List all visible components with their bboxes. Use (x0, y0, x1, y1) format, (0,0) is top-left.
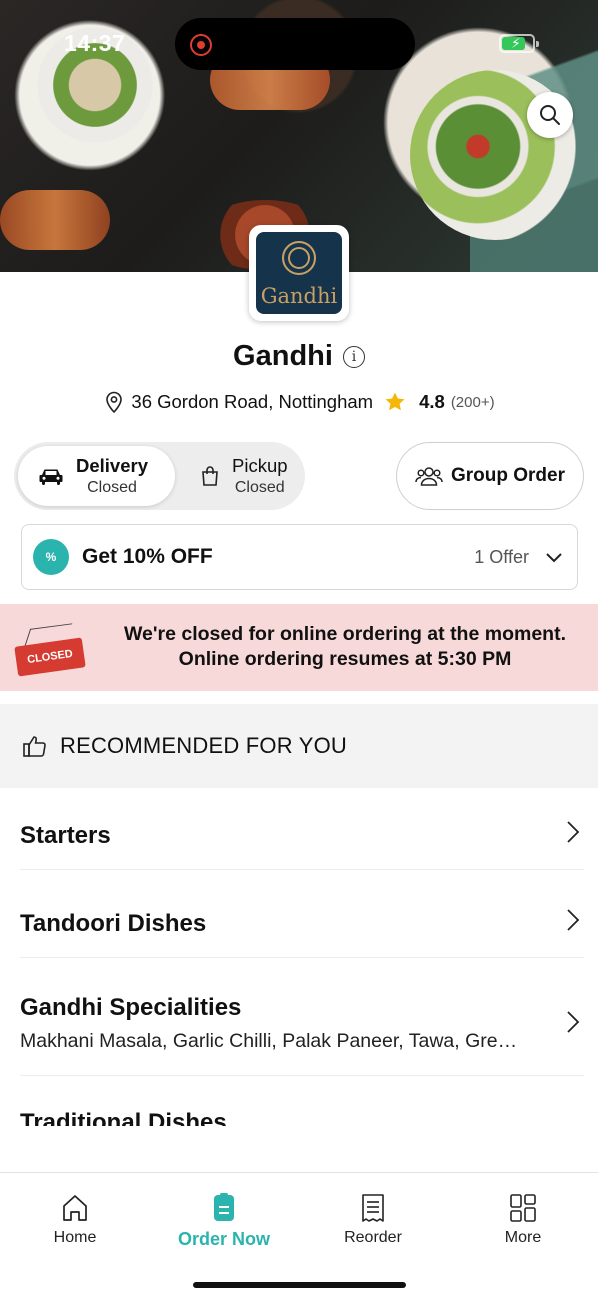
closed-message-line1: We're closed for online ordering at the … (123, 623, 566, 645)
closed-message-line2: Online ordering resumes at 5:30 PM (178, 648, 512, 670)
chevron-right-icon (567, 909, 580, 931)
closed-message: We're closed for online ordering at the … (100, 622, 590, 672)
group-users-icon (415, 467, 443, 486)
recommended-title: RECOMMENDED FOR YOU (60, 733, 347, 758)
tab-home[interactable]: Home (15, 1193, 135, 1247)
search-button[interactable] (527, 92, 573, 138)
recording-indicator-icon (190, 34, 212, 56)
address-row: 36 Gordon Road, Nottingham 4.8 (200+) (0, 390, 598, 414)
order-mode-toggle: Delivery Closed Pickup Closed (14, 442, 305, 510)
star-icon (385, 392, 405, 411)
tab-order-now[interactable]: Order Now (164, 1193, 284, 1250)
delivery-label: Delivery (76, 455, 148, 477)
category-name: Gandhi Specialities (20, 994, 242, 1021)
delivery-option[interactable]: Delivery Closed (18, 446, 175, 506)
category-description: Makhani Masala, Garlic Chilli, Palak Pan… (20, 1030, 518, 1052)
mandala-icon (282, 241, 316, 275)
tab-home-label: Home (53, 1229, 97, 1246)
logo-text: Gandhi (260, 284, 338, 308)
category-name: Starters (20, 822, 111, 849)
review-count: (200+) (450, 393, 495, 411)
status-time: 14:37 (64, 30, 126, 56)
pickup-label: Pickup (232, 455, 288, 477)
restaurant-logo: Gandhi (249, 225, 349, 321)
tab-more[interactable]: More (463, 1193, 583, 1247)
car-icon (39, 469, 63, 485)
category-row[interactable]: Tandoori Dishes (20, 870, 584, 958)
tab-reorder-label: Reorder (344, 1229, 402, 1246)
thumbs-up-icon (23, 736, 46, 757)
home-indicator (193, 1282, 406, 1288)
search-icon (540, 105, 560, 125)
home-icon (63, 1195, 87, 1221)
recommended-header[interactable]: RECOMMENDED FOR YOU (0, 704, 598, 788)
offer-card[interactable]: % Get 10% OFF 1 Offer (21, 524, 578, 590)
battery-icon: ⚡ (499, 34, 539, 53)
category-row[interactable]: Starters (20, 790, 584, 870)
closed-banner: CLOSED We're closed for online ordering … (0, 604, 598, 691)
location-pin-icon (106, 391, 123, 414)
receipt-icon (362, 1194, 384, 1222)
chevron-right-icon (567, 821, 580, 843)
restaurant-address: 36 Gordon Road, Nottingham (131, 391, 374, 412)
delivery-status: Closed (87, 478, 137, 496)
rating-value: 4.8 (419, 391, 445, 412)
order-icon (214, 1193, 234, 1221)
tab-order-now-label: Order Now (177, 1229, 270, 1249)
pickup-status: Closed (234, 478, 285, 496)
pickup-option[interactable]: Pickup Closed (180, 446, 305, 506)
grid-icon (510, 1194, 536, 1222)
group-order-label: Group Order (450, 465, 565, 486)
info-icon[interactable]: i (342, 345, 365, 368)
chevron-right-icon (567, 1011, 580, 1033)
category-name: Traditional Dishes (20, 1109, 227, 1126)
category-row[interactable]: Gandhi Specialities Makhani Masala, Garl… (20, 958, 584, 1076)
tab-more-label: More (504, 1229, 542, 1246)
offer-count: 1 Offer (474, 546, 529, 567)
discount-badge-icon: % (36, 542, 66, 572)
restaurant-name: Gandhi (233, 340, 333, 372)
bottom-tab-bar: Home Order Now Reorder More (0, 1172, 598, 1300)
chevron-down-icon (546, 553, 562, 563)
offer-title: Get 10% OFF (82, 545, 213, 568)
shopping-bag-icon (202, 466, 218, 486)
category-row-partial[interactable]: Traditional Dishes (20, 1108, 227, 1126)
group-order-button[interactable]: Group Order (396, 442, 584, 510)
tab-reorder[interactable]: Reorder (313, 1193, 433, 1247)
category-name: Tandoori Dishes (20, 910, 207, 937)
